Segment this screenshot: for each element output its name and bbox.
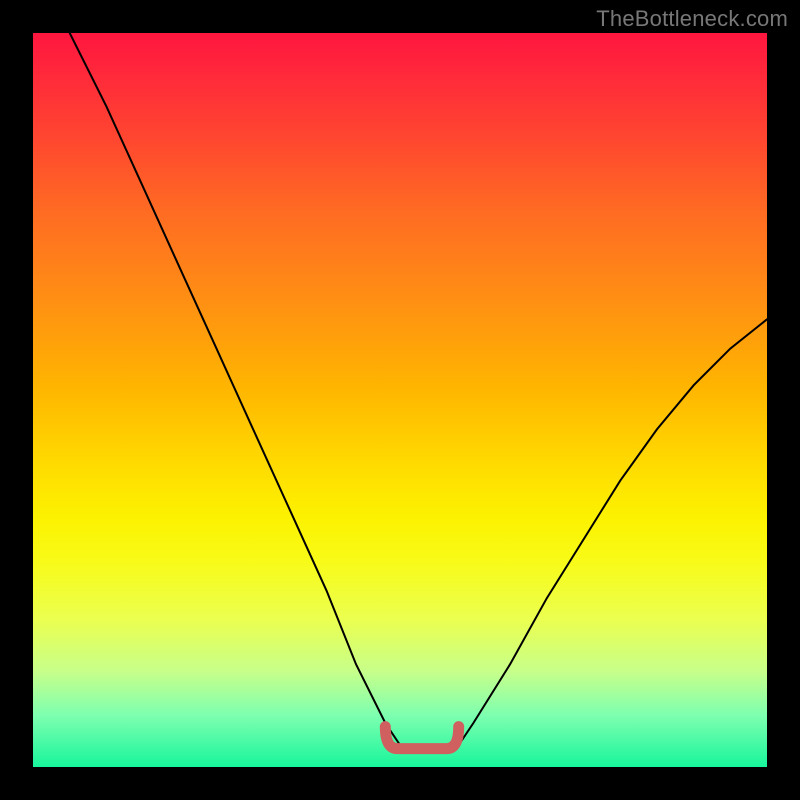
bottleneck-curve bbox=[70, 33, 767, 752]
plot-area bbox=[33, 33, 767, 767]
optimal-range-marker bbox=[385, 727, 458, 749]
watermark-text: TheBottleneck.com bbox=[596, 6, 788, 32]
chart-frame: TheBottleneck.com bbox=[0, 0, 800, 800]
chart-svg bbox=[33, 33, 767, 767]
